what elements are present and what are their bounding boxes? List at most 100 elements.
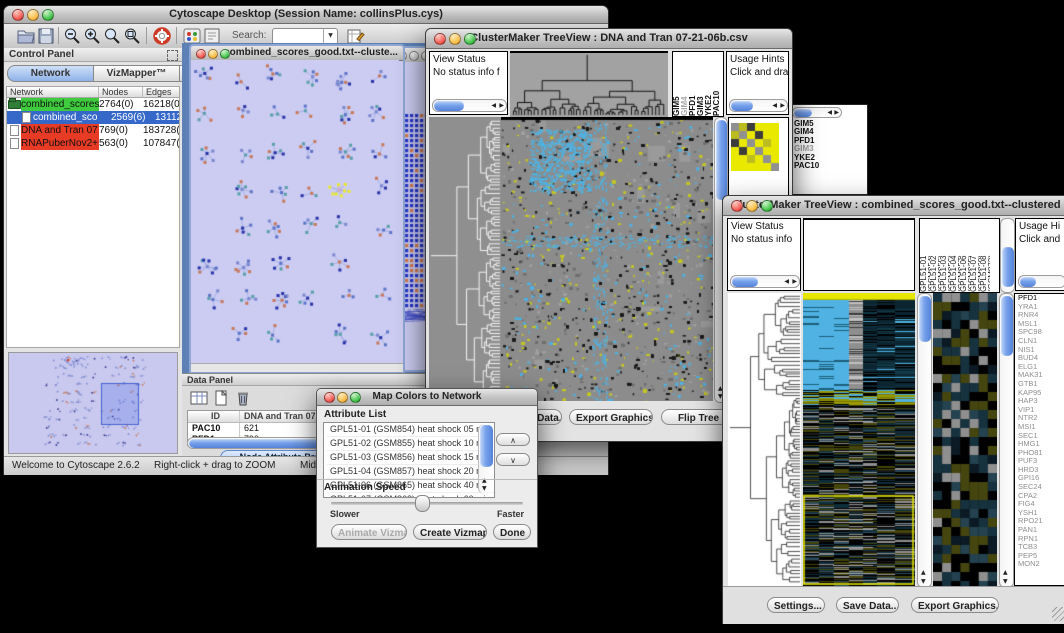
column-label[interactable]: GPL51-06 (GSM865) [960,219,970,292]
delete-attribute-icon[interactable] [234,390,252,406]
tv2-labels-vscrollbar[interactable] [1000,218,1015,293]
zoom-button[interactable] [761,200,773,212]
tv2-action-button[interactable]: Settings... [767,597,825,613]
tv1-action-button[interactable]: Export Graphics... [569,409,653,425]
close-button[interactable] [196,49,206,59]
column-label[interactable]: YKE2 [705,52,713,116]
dialog-title-bar[interactable]: Map Colors to Network [317,389,537,406]
network-table-row[interactable]: DNA and Tran 07 769(0) 183728(0) [7,124,179,137]
tv2-row-dendrogram[interactable] [728,293,801,586]
control-panel-tab[interactable]: Network [7,65,93,82]
tv2-heatmap[interactable] [803,293,915,586]
network-overview-panel[interactable] [8,352,178,454]
dialog-button[interactable]: Create Vizmap [413,524,487,540]
side-panel-hscrollbar[interactable]: ◀▶ [792,107,842,118]
dialog-button[interactable]: Animate Vizmap [331,524,407,540]
tv2-status-hscrollbar[interactable]: ◀▶ [730,275,800,288]
network-table-row[interactable]: RNAPuberNov2+ 563(0) 107847(0) [7,137,179,150]
tv2-zoom-vscrollbar[interactable]: ▲▼ [999,293,1014,588]
attribute-list-item[interactable]: GPL51-01 (GSM854) heat shock 05 min [327,423,494,437]
minimize-button[interactable] [27,9,39,21]
dialog-button[interactable]: Done [493,524,531,540]
minimize-button[interactable] [337,392,348,403]
close-button[interactable] [12,9,24,21]
gene-label[interactable]: PAC10 [792,162,819,170]
minimize-button[interactable] [746,200,758,212]
network-view-window[interactable]: combined_scores_good.txt--cluste... [189,44,405,373]
column-label[interactable]: GPL51-04 (GSM857) [950,219,960,292]
minimize-button[interactable] [409,51,419,61]
network-overview-canvas[interactable] [9,353,175,451]
chevron-down-icon[interactable]: ▼ [323,29,337,44]
zoom-fit-icon[interactable] [122,26,142,46]
network-view-canvas[interactable] [191,60,399,362]
usage-hints-text: Click and drag tc [727,65,788,78]
tv1-hints-hscrollbar[interactable]: ◀▶ [729,99,788,112]
tv2-hints-hscrollbar[interactable] [1018,275,1064,288]
column-header-nodes[interactable]: Nodes [99,87,143,97]
attribute-list-item[interactable]: GPL51-03 (GSM856) heat shock 15 min [327,451,494,465]
column-label[interactable]: GPL51-07 (GSM868) [970,219,980,292]
column-header-network[interactable]: Network [7,87,99,97]
attribute-list-vscrollbar[interactable]: ▲▼ [478,424,493,494]
tv1-zoom-matrix[interactable] [731,123,779,171]
close-button[interactable] [434,33,446,45]
horizontal-scrollbar[interactable] [191,363,403,372]
network-table-row[interactable]: combined_sco 2569(6) 13112(15) [7,111,179,124]
inner-window-title-bar[interactable]: combined_scores_good.txt--cluste... [191,46,403,61]
main-title-bar[interactable]: Cytoscape Desktop (Session Name: collins… [4,6,608,24]
column-label[interactable]: GPL51-02 (GSM855) [930,219,940,292]
tv2-column-tree-panel[interactable] [803,218,915,291]
column-label[interactable]: GIM4 [681,52,689,116]
zoom-in-icon[interactable] [82,26,102,46]
column-label[interactable]: GIM5 [673,52,681,116]
control-panel-header: Control Panel [4,48,182,62]
tv2-heatmap-vscrollbar[interactable]: ▲▼ [917,293,932,588]
slider-thumb[interactable] [415,495,430,512]
open-session-icon[interactable] [16,26,36,46]
slower-label: Slower [330,509,360,519]
desktop: Cytoscape Desktop (Session Name: collins… [0,0,1064,633]
zoom-out-icon[interactable] [62,26,82,46]
zoom-button[interactable] [464,33,476,45]
minimize-button[interactable] [449,33,461,45]
tv2-action-button[interactable]: Save Data... [836,597,899,613]
attribute-list-item[interactable]: GPL51-04 (GSM857) heat shock 20 min [327,465,494,479]
attribute-list-item[interactable]: GPL51-07 (GSM868) heat shock 60 min [327,493,494,498]
float-panel-icon[interactable] [167,50,178,61]
zoom-button[interactable] [220,49,230,59]
column-label[interactable]: GPL51-03 (GSM856) [940,219,950,292]
network-table-row[interactable]: combined_scores 2764(0) 16218(0) [7,98,179,111]
move-up-button[interactable]: ∧ [496,433,530,446]
attribute-list-item[interactable]: GPL51-02 (GSM855) heat shock 10 min [327,437,494,451]
select-attributes-icon[interactable] [190,390,208,406]
tv1-row-dendrogram[interactable] [429,117,501,401]
column-label[interactable]: GIM3 [697,52,705,116]
tv2-action-button[interactable]: Export Graphics... [911,597,999,613]
tv1-heatmap[interactable] [501,117,713,401]
column-header-edges[interactable]: Edges [143,87,179,97]
tv1-column-dendrogram[interactable] [510,51,668,117]
help-lifering-icon[interactable] [152,26,172,46]
column-label[interactable]: PAC10 [713,52,721,116]
zoom-button[interactable] [42,9,54,21]
treeview1-title-bar[interactable]: ClusterMaker TreeView : DNA and Tran 07-… [426,29,792,49]
control-panel-tab[interactable]: VizMapper™ [93,65,179,82]
zoom-selected-icon[interactable] [102,26,122,46]
new-attribute-icon[interactable] [212,390,230,406]
save-session-icon[interactable] [36,26,56,46]
tv2-zoom-heatmap[interactable] [933,293,997,586]
resize-grip[interactable] [1052,607,1064,621]
column-label[interactable]: GPL51-01 (GSM854) [920,219,930,292]
close-button[interactable] [731,200,743,212]
zoom-button[interactable] [350,392,361,403]
tv2-usage-hints-panel: Usage Hi Click and [1015,218,1064,291]
column-label[interactable]: PFD1 [689,52,697,116]
tv1-status-hscrollbar[interactable]: ◀▶ [432,99,507,112]
treeview2-title-bar[interactable]: ClusterMaker TreeView : combined_scores_… [723,196,1064,216]
move-down-button[interactable]: ∨ [496,453,530,466]
column-label[interactable]: GPL51-08 (GSM872) [980,219,990,292]
minimize-button[interactable] [208,49,218,59]
gene-label[interactable]: MON2 [1015,560,1064,569]
close-button[interactable] [324,392,335,403]
